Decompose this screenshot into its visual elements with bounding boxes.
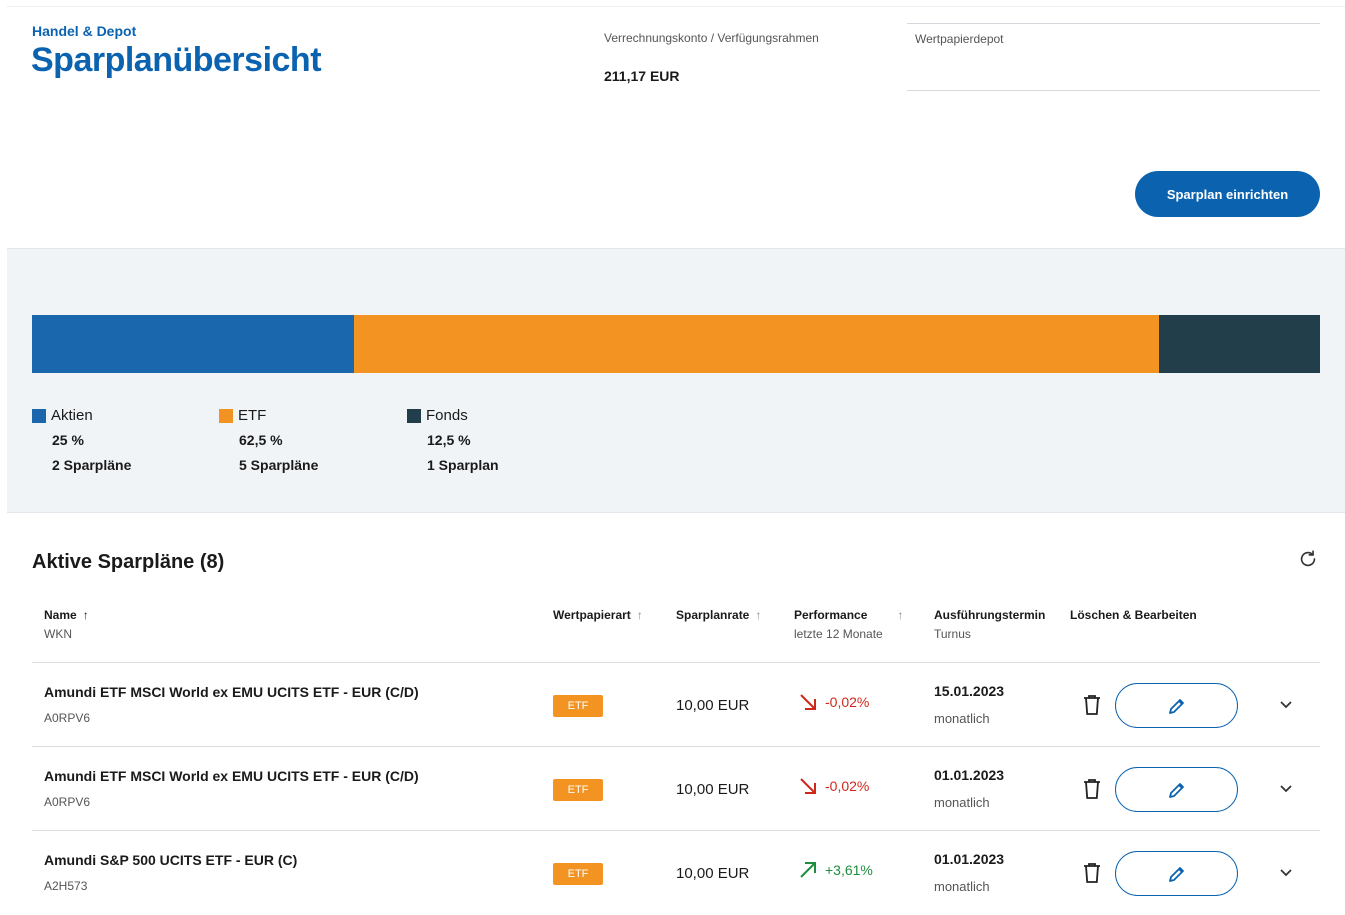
account-value: 211,17 EUR xyxy=(604,68,680,84)
section-eyebrow: Handel & Depot xyxy=(32,23,137,39)
row-date: 15.01.2023 xyxy=(934,683,1005,699)
column-name-label: Name xyxy=(44,608,77,622)
table-row: Amundi ETF MSCI World ex EMU UCITS ETF -… xyxy=(32,747,1320,831)
row-security-name[interactable]: Amundi S&P 500 UCITS ETF - EUR (C) xyxy=(44,852,297,868)
swatch-aktien xyxy=(32,408,46,423)
legend-count: 2 Sparpläne xyxy=(52,457,132,473)
legend-count: 1 Sparplan xyxy=(427,457,499,473)
row-security-name[interactable]: Amundi ETF MSCI World ex EMU UCITS ETF -… xyxy=(44,768,419,784)
legend-percent: 25 % xyxy=(52,432,84,448)
performance-value: -0,02% xyxy=(825,778,870,794)
row-turnus: monatlich xyxy=(934,879,990,894)
legend-aktien: Aktien 25 % 2 Sparpläne xyxy=(32,407,131,473)
row-date: 01.01.2023 xyxy=(934,767,1005,783)
legend-percent: 62,5 % xyxy=(239,432,283,448)
column-actions-label: Löschen & Bearbeiten xyxy=(1070,608,1197,622)
swatch-fonds xyxy=(407,408,421,423)
row-rate: 10,00 EUR xyxy=(676,697,750,714)
edit-button[interactable] xyxy=(1115,767,1238,812)
segment-aktien xyxy=(32,315,354,373)
column-header-date[interactable]: Ausführungstermin Turnus xyxy=(934,608,1045,641)
chevron-down-icon[interactable] xyxy=(1278,780,1294,796)
pencil-icon xyxy=(1168,782,1184,798)
column-rate-label: Sparplanrate xyxy=(676,608,750,622)
trash-icon[interactable] xyxy=(1081,693,1103,717)
trend-up-icon xyxy=(800,862,816,878)
security-type-badge: ETF xyxy=(553,779,603,801)
performance-value: +3,61% xyxy=(825,862,873,878)
legend-label: ETF xyxy=(238,407,267,424)
column-name-sub: WKN xyxy=(44,627,72,641)
legend-fonds: Fonds 12,5 % 1 Sparplan xyxy=(407,407,499,473)
row-wkn: A0RPV6 xyxy=(44,795,91,809)
segment-fonds xyxy=(1159,315,1320,373)
row-date: 01.01.2023 xyxy=(934,851,1005,867)
column-type-label: Wertpapierart xyxy=(553,608,631,622)
table-row: Amundi S&P 500 UCITS ETF - EUR (C) A2H57… xyxy=(32,831,1320,915)
column-header-rate[interactable]: Sparplanrate ↑ xyxy=(676,608,761,622)
sort-arrow-icon: ↑ xyxy=(636,608,643,622)
swatch-etf xyxy=(219,408,233,423)
table-row: Amundi ETF MSCI World ex EMU UCITS ETF -… xyxy=(32,663,1320,747)
pencil-icon xyxy=(1168,698,1184,714)
legend-etf: ETF 62,5 % 5 Sparpläne xyxy=(219,407,318,473)
row-wkn: A0RPV6 xyxy=(44,711,91,725)
row-rate: 10,00 EUR xyxy=(676,865,750,882)
account-label: Verrechnungskonto / Verfügungsrahmen xyxy=(604,31,819,45)
row-performance: -0,02% xyxy=(799,777,869,795)
row-turnus: monatlich xyxy=(934,711,990,726)
trend-down-icon xyxy=(800,694,816,710)
legend-count: 5 Sparpläne xyxy=(239,457,319,473)
column-performance-sub: letzte 12 Monate xyxy=(794,627,883,641)
create-savings-plan-button[interactable]: Sparplan einrichten xyxy=(1135,171,1320,217)
security-type-badge: ETF xyxy=(553,863,603,885)
distribution-bar xyxy=(32,315,1320,373)
sort-arrow-icon: ↑ xyxy=(897,608,904,622)
depot-label: Wertpapierdepot xyxy=(915,32,1004,46)
row-turnus: monatlich xyxy=(934,795,990,810)
page-title: Sparplanübersicht xyxy=(31,41,322,79)
legend-percent: 12,5 % xyxy=(427,432,471,448)
segment-etf xyxy=(354,315,1159,373)
column-header-type[interactable]: Wertpapierart ↑ xyxy=(553,608,643,622)
row-performance: -0,02% xyxy=(799,693,869,711)
column-header-performance[interactable]: Performance ↑ letzte 12 Monate xyxy=(794,608,903,641)
edit-button[interactable] xyxy=(1115,851,1238,896)
row-wkn: A2H573 xyxy=(44,879,88,893)
column-performance-label: Performance xyxy=(794,608,868,622)
trash-icon[interactable] xyxy=(1081,861,1103,885)
sort-arrow-icon: ↑ xyxy=(755,608,762,622)
legend-label: Fonds xyxy=(426,407,468,424)
distribution-section: Aktien 25 % 2 Sparpläne ETF 62,5 % 5 Spa… xyxy=(7,249,1345,513)
performance-value: -0,02% xyxy=(825,694,870,710)
column-date-sub: Turnus xyxy=(934,627,971,641)
row-performance: +3,61% xyxy=(799,861,873,879)
edit-button[interactable] xyxy=(1115,683,1238,728)
trash-icon[interactable] xyxy=(1081,777,1103,801)
list-title: Aktive Sparpläne (8) xyxy=(32,551,225,573)
sort-arrow-icon: ↑ xyxy=(82,608,89,622)
legend-label: Aktien xyxy=(51,407,93,424)
refresh-icon[interactable] xyxy=(1297,548,1319,570)
security-type-badge: ETF xyxy=(553,695,603,717)
chevron-down-icon[interactable] xyxy=(1278,696,1294,712)
chevron-down-icon[interactable] xyxy=(1278,864,1294,880)
column-header-name[interactable]: Name ↑ WKN xyxy=(44,608,89,641)
column-date-label: Ausführungstermin xyxy=(934,608,1046,622)
depot-select[interactable]: Wertpapierdepot xyxy=(907,23,1320,91)
pencil-icon xyxy=(1168,866,1184,882)
trend-down-icon xyxy=(800,778,816,794)
row-security-name[interactable]: Amundi ETF MSCI World ex EMU UCITS ETF -… xyxy=(44,684,419,700)
header-card: Handel & Depot Sparplanübersicht Verrech… xyxy=(7,6,1345,249)
row-rate: 10,00 EUR xyxy=(676,781,750,798)
column-header-actions: Löschen & Bearbeiten xyxy=(1070,608,1197,622)
